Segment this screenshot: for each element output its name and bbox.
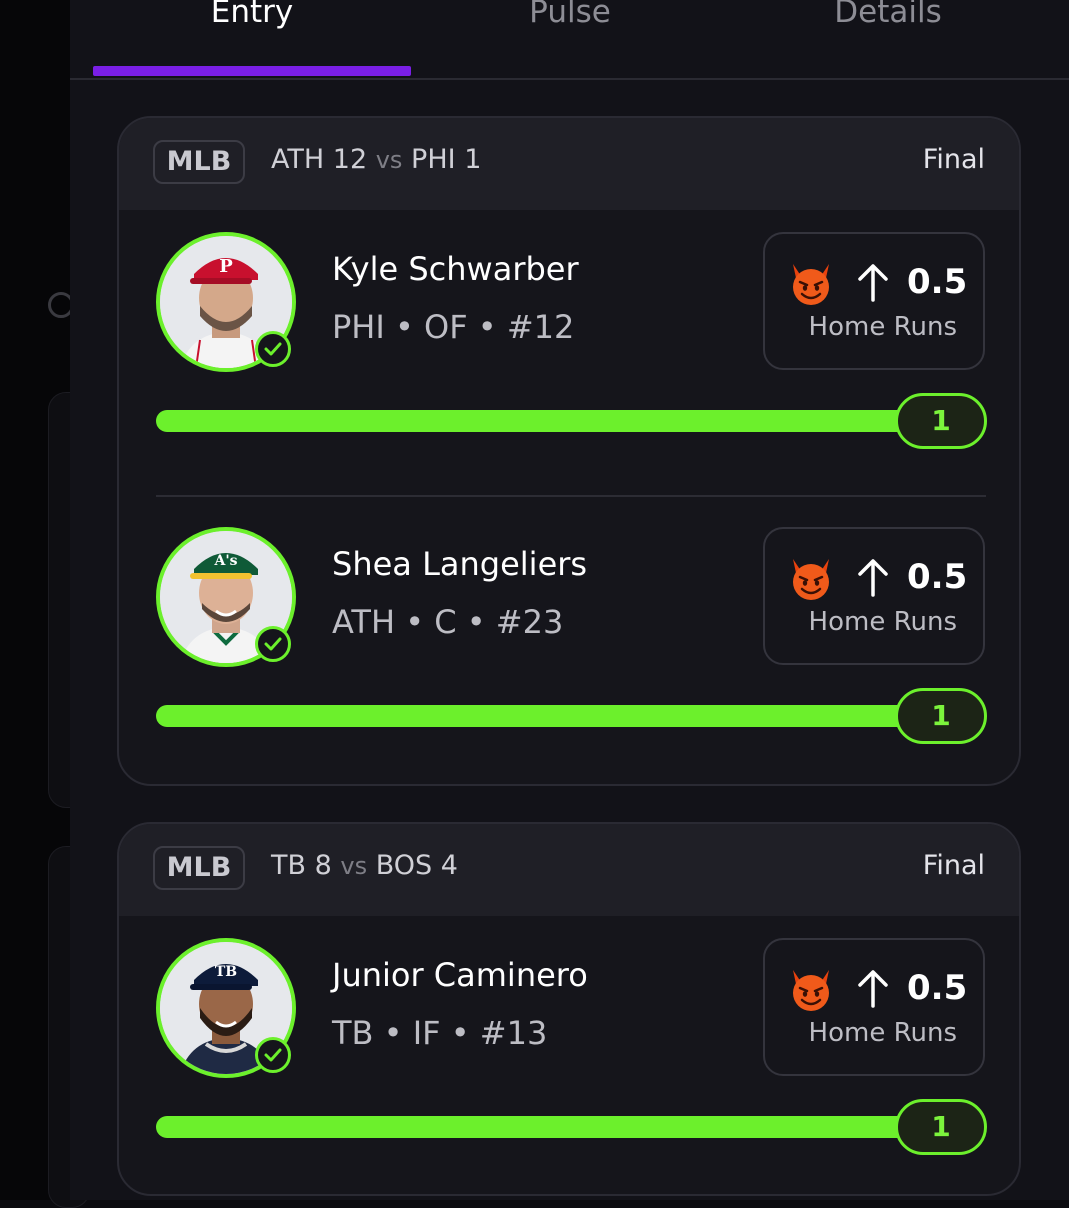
player-meta: ATH • C • #23 bbox=[332, 603, 564, 641]
player-name: Shea Langeliers bbox=[332, 545, 588, 583]
game-header: MLB TB 8 vs BOS 4 Final bbox=[119, 824, 1019, 916]
devil-emoji-icon bbox=[793, 559, 829, 600]
svg-text:A's: A's bbox=[213, 553, 237, 569]
game-card[interactable]: MLB ATH 12 vs PHI 1 Final P Kyle Schwarb… bbox=[117, 116, 1021, 786]
player-meta: TB • IF • #13 bbox=[332, 1014, 548, 1052]
game-score: ATH 12 vs PHI 1 bbox=[271, 144, 481, 175]
svg-text:P: P bbox=[219, 256, 233, 277]
game-score: TB 8 vs BOS 4 bbox=[271, 850, 458, 881]
game-header: MLB ATH 12 vs PHI 1 Final bbox=[119, 118, 1019, 210]
pick-row[interactable]: A's Shea Langeliers ATH • C • #23 0.5 Ho… bbox=[119, 505, 1019, 755]
away-team: TB bbox=[271, 850, 307, 881]
player-avatar: P bbox=[156, 232, 296, 372]
league-badge: MLB bbox=[153, 140, 245, 184]
line-value: 0.5 bbox=[907, 557, 968, 597]
player-name: Junior Caminero bbox=[332, 956, 588, 994]
progress-bar bbox=[156, 1116, 986, 1138]
pick-divider bbox=[156, 495, 986, 497]
check-icon bbox=[255, 1037, 291, 1073]
player-meta: PHI • OF • #12 bbox=[332, 308, 575, 346]
check-icon bbox=[255, 626, 291, 662]
projection-box[interactable]: 0.5 Home Runs bbox=[763, 527, 985, 665]
up-arrow-icon bbox=[858, 559, 888, 597]
tab-pulse[interactable]: Pulse bbox=[411, 0, 729, 30]
devil-emoji-icon bbox=[793, 264, 829, 305]
home-score: 1 bbox=[464, 144, 482, 175]
projection-box[interactable]: 0.5 Home Runs bbox=[763, 938, 985, 1076]
up-arrow-icon bbox=[858, 264, 888, 302]
game-status: Final bbox=[922, 850, 985, 881]
svg-text:TB: TB bbox=[215, 964, 237, 980]
home-score: 4 bbox=[440, 850, 458, 881]
stat-label: Home Runs bbox=[808, 1018, 957, 1048]
result-value: 1 bbox=[895, 393, 987, 449]
active-tab-indicator bbox=[93, 66, 411, 76]
player-avatar: TB bbox=[156, 938, 296, 1078]
tab-details[interactable]: Details bbox=[729, 0, 1047, 30]
player-avatar: A's bbox=[156, 527, 296, 667]
tab-entry[interactable]: Entry bbox=[93, 0, 411, 30]
check-icon bbox=[255, 331, 291, 367]
home-team: PHI bbox=[411, 144, 456, 175]
vs-label: vs bbox=[340, 852, 368, 880]
devil-emoji-icon bbox=[793, 970, 829, 1011]
away-score: 12 bbox=[332, 144, 368, 175]
progress-bar bbox=[156, 705, 986, 727]
league-badge: MLB bbox=[153, 846, 245, 890]
line-value: 0.5 bbox=[907, 968, 968, 1008]
home-team: BOS bbox=[375, 850, 433, 881]
vs-label: vs bbox=[375, 146, 403, 174]
game-status: Final bbox=[922, 144, 985, 175]
away-team: ATH bbox=[271, 144, 325, 175]
game-card[interactable]: MLB TB 8 vs BOS 4 Final TB Junior Camine… bbox=[117, 822, 1021, 1196]
stat-label: Home Runs bbox=[808, 607, 957, 637]
result-value: 1 bbox=[895, 1099, 987, 1155]
pick-row[interactable]: TB Junior Caminero TB • IF • #13 0.5 Hom… bbox=[119, 916, 1019, 1166]
line-value: 0.5 bbox=[907, 262, 968, 302]
projection-box[interactable]: 0.5 Home Runs bbox=[763, 232, 985, 370]
pick-row[interactable]: P Kyle Schwarber PHI • OF • #12 0.5 Home… bbox=[119, 210, 1019, 460]
player-name: Kyle Schwarber bbox=[332, 250, 579, 288]
up-arrow-icon bbox=[858, 970, 888, 1008]
progress-bar bbox=[156, 410, 986, 432]
result-value: 1 bbox=[895, 688, 987, 744]
stat-label: Home Runs bbox=[808, 312, 957, 342]
away-score: 8 bbox=[314, 850, 332, 881]
